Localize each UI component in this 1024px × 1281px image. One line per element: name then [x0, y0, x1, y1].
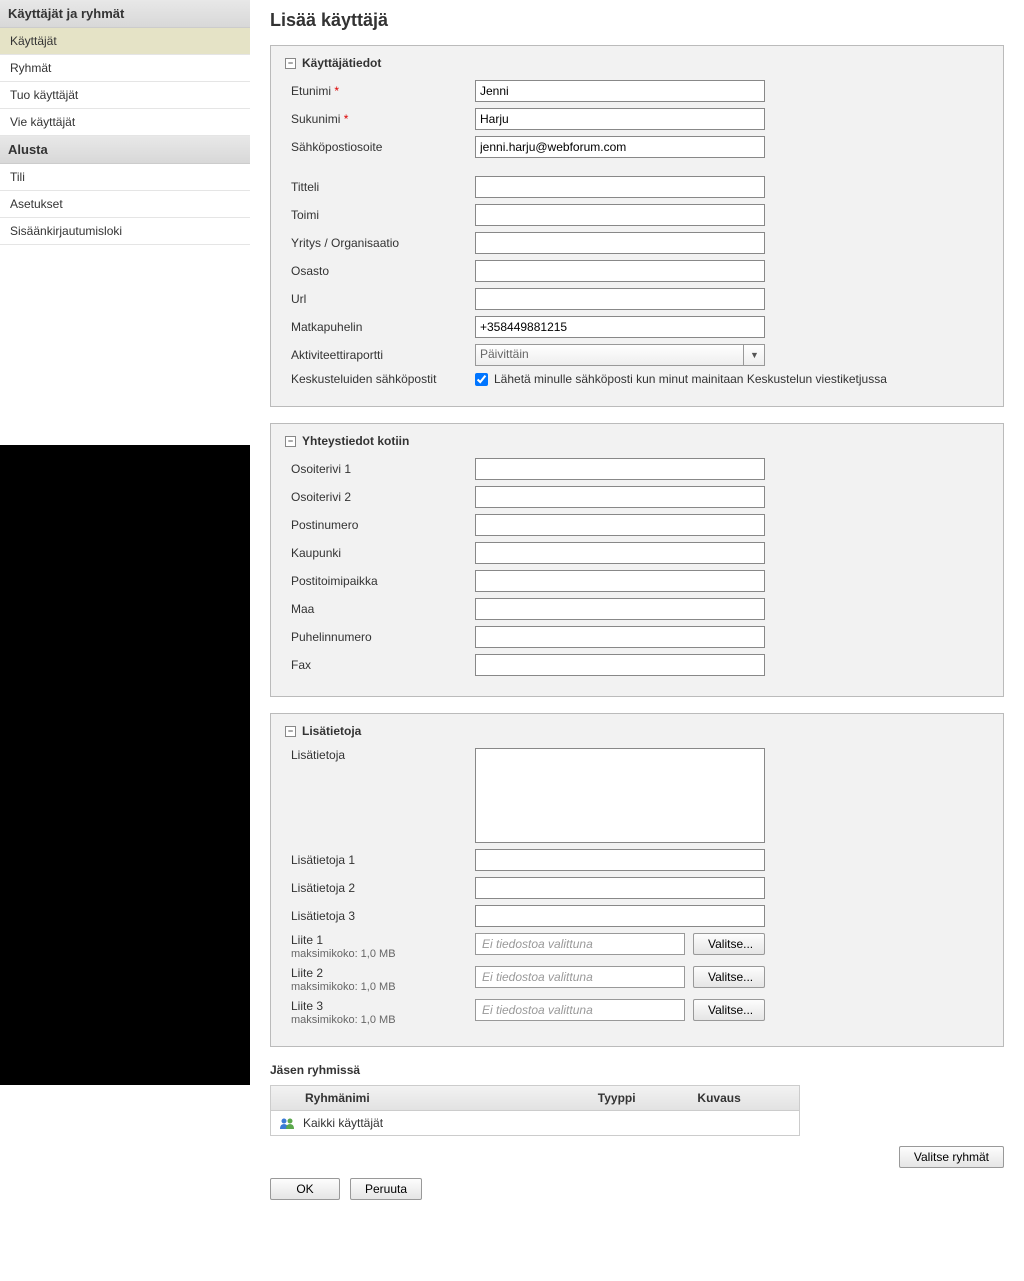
extra1-input[interactable]: [475, 849, 765, 871]
postoffice-label: Postitoimipaikka: [285, 574, 475, 588]
email-input[interactable]: [475, 136, 765, 158]
addr2-label: Osoiterivi 2: [285, 490, 475, 504]
lastname-input[interactable]: [475, 108, 765, 130]
firstname-label: Etunimi: [291, 84, 331, 98]
addr1-label: Osoiterivi 1: [285, 462, 475, 476]
panel-contact-home: − Yhteystiedot kotiin Osoiterivi 1 Osoit…: [270, 423, 1004, 697]
attach1-label: Liite 1: [285, 933, 475, 947]
country-label: Maa: [285, 602, 475, 616]
extra-textarea[interactable]: [475, 748, 765, 843]
sidebar-item-import[interactable]: Tuo käyttäjät: [0, 82, 250, 109]
role-input[interactable]: [475, 204, 765, 226]
url-input[interactable]: [475, 288, 765, 310]
attach2-choose-button[interactable]: Valitse...: [693, 966, 765, 988]
collapse-icon[interactable]: −: [285, 726, 296, 737]
table-row[interactable]: Kaikki käyttäjät: [271, 1111, 799, 1135]
dept-label: Osasto: [285, 264, 475, 278]
attach3-choose-button[interactable]: Valitse...: [693, 999, 765, 1021]
url-label: Url: [285, 292, 475, 306]
panel-additional: − Lisätietoja Lisätietoja Lisätietoja 1 …: [270, 713, 1004, 1047]
attach3-file-display: Ei tiedostoa valittuna: [475, 999, 685, 1021]
extra2-input[interactable]: [475, 877, 765, 899]
discuss-label: Keskusteluiden sähköpostit: [285, 372, 475, 386]
fax-input[interactable]: [475, 654, 765, 676]
attach1-choose-button[interactable]: Valitse...: [693, 933, 765, 955]
role-label: Toimi: [285, 208, 475, 222]
groups-table: Ryhmänimi Tyyppi Kuvaus Kaikki käyttäjät: [270, 1085, 800, 1136]
zip-label: Postinumero: [285, 518, 475, 532]
group-icon: [279, 1117, 295, 1129]
main-content: Lisää käyttäjä − Käyttäjätiedot Etunimi …: [250, 0, 1024, 1210]
page-title: Lisää käyttäjä: [270, 10, 1004, 31]
required-icon: *: [344, 112, 349, 126]
mobile-input[interactable]: [475, 316, 765, 338]
discuss-check-label: Lähetä minulle sähköposti kun minut main…: [494, 372, 887, 386]
col-type-header: Tyyppi: [590, 1086, 690, 1110]
city-input[interactable]: [475, 542, 765, 564]
sidebar-item-export[interactable]: Vie käyttäjät: [0, 109, 250, 136]
maxsize-label: maksimikoko: 1,0 MB: [291, 1014, 475, 1026]
extra2-label: Lisätietoja 2: [285, 881, 475, 895]
panel-title: Käyttäjätiedot: [302, 56, 381, 70]
fax-label: Fax: [285, 658, 475, 672]
sidebar-item-groups[interactable]: Ryhmät: [0, 55, 250, 82]
email-label: Sähköpostiosoite: [285, 140, 475, 154]
collapse-icon[interactable]: −: [285, 436, 296, 447]
firstname-input[interactable]: [475, 80, 765, 102]
chevron-down-icon: ▼: [743, 344, 765, 366]
attach2-file-display: Ei tiedostoa valittuna: [475, 966, 685, 988]
sidebar-item-loginlog[interactable]: Sisäänkirjautumisloki: [0, 218, 250, 245]
select-groups-button[interactable]: Valitse ryhmät: [899, 1146, 1004, 1168]
extra1-label: Lisätietoja 1: [285, 853, 475, 867]
addr1-input[interactable]: [475, 458, 765, 480]
org-label: Yritys / Organisaatio: [285, 236, 475, 250]
group-name: Kaikki käyttäjät: [303, 1116, 383, 1130]
phone-input[interactable]: [475, 626, 765, 648]
discuss-checkbox[interactable]: [475, 373, 488, 386]
title-label: Titteli: [285, 180, 475, 194]
attach2-label: Liite 2: [285, 966, 475, 980]
activity-label: Aktiviteettiraportti: [285, 348, 475, 362]
col-desc-header: Kuvaus: [689, 1086, 799, 1110]
panel-title: Lisätietoja: [302, 724, 361, 738]
ok-button[interactable]: OK: [270, 1178, 340, 1200]
maxsize-label: maksimikoko: 1,0 MB: [291, 981, 475, 993]
panel-title: Yhteystiedot kotiin: [302, 434, 409, 448]
activity-select[interactable]: Päivittäin ▼: [475, 344, 765, 366]
sidebar-item-account[interactable]: Tili: [0, 164, 250, 191]
sidebar-blackbox: [0, 445, 250, 1085]
title-input[interactable]: [475, 176, 765, 198]
sidebar-item-users[interactable]: Käyttäjät: [0, 28, 250, 55]
collapse-icon[interactable]: −: [285, 58, 296, 69]
mobile-label: Matkapuhelin: [285, 320, 475, 334]
dept-input[interactable]: [475, 260, 765, 282]
sidebar-header-platform: Alusta: [0, 136, 250, 164]
addr2-input[interactable]: [475, 486, 765, 508]
country-input[interactable]: [475, 598, 765, 620]
sidebar-item-settings[interactable]: Asetukset: [0, 191, 250, 218]
required-icon: *: [334, 84, 339, 98]
groups-section-title: Jäsen ryhmissä: [270, 1063, 1004, 1077]
panel-user-info: − Käyttäjätiedot Etunimi * Sukunimi * Sä…: [270, 45, 1004, 407]
attach3-label: Liite 3: [285, 999, 475, 1013]
zip-input[interactable]: [475, 514, 765, 536]
maxsize-label: maksimikoko: 1,0 MB: [291, 948, 475, 960]
cancel-button[interactable]: Peruuta: [350, 1178, 422, 1200]
lastname-label: Sukunimi: [291, 112, 340, 126]
activity-value: Päivittäin: [475, 344, 765, 366]
sidebar: Käyttäjät ja ryhmät Käyttäjät Ryhmät Tuo…: [0, 0, 250, 1210]
attach1-file-display: Ei tiedostoa valittuna: [475, 933, 685, 955]
org-input[interactable]: [475, 232, 765, 254]
col-name-header: Ryhmänimi: [271, 1086, 590, 1110]
extra3-label: Lisätietoja 3: [285, 909, 475, 923]
extra-label: Lisätietoja: [285, 748, 475, 762]
city-label: Kaupunki: [285, 546, 475, 560]
postoffice-input[interactable]: [475, 570, 765, 592]
sidebar-header-users: Käyttäjät ja ryhmät: [0, 0, 250, 28]
extra3-input[interactable]: [475, 905, 765, 927]
phone-label: Puhelinnumero: [285, 630, 475, 644]
